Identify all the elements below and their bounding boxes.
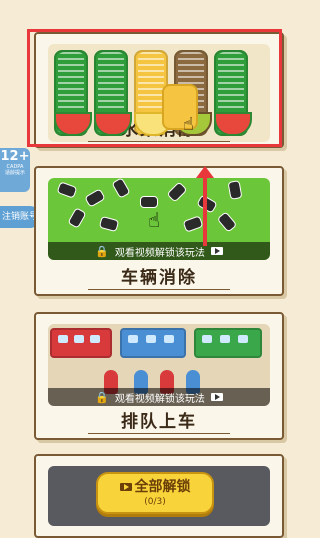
video-icon xyxy=(210,247,223,255)
arrow-up-icon xyxy=(196,166,214,246)
lock-icon: 🔒 xyxy=(95,390,109,404)
blue-train xyxy=(120,328,186,358)
green-train xyxy=(194,328,262,358)
video-icon xyxy=(210,393,223,401)
unlock-overlay-text: 观看视频解锁该玩法 xyxy=(114,393,205,405)
title-divider xyxy=(88,289,230,290)
level-title: 排队上车 xyxy=(121,412,197,432)
age-rating-number: 12+ xyxy=(0,149,30,164)
age-rating-hint: 适龄提示 xyxy=(4,170,25,176)
level-title: 车辆消除 xyxy=(121,268,197,288)
level-card-queue[interactable]: 🔒 观看视频解锁该玩法 排队上车 xyxy=(34,312,284,440)
pointer-hand-icon: ☝ xyxy=(183,114,194,135)
unlock-all-button[interactable]: 全部解锁 (0/3) xyxy=(96,472,214,514)
age-rating-badge: 12+ CADPA 适龄提示 xyxy=(0,148,30,192)
red-train xyxy=(50,328,112,358)
unlock-all-label: 全部解锁 xyxy=(98,477,212,497)
car xyxy=(140,196,158,208)
title-divider xyxy=(88,433,230,434)
unlock-all-progress: (0/3) xyxy=(144,497,166,507)
unlock-overlay-text: 观看视频解锁该玩法 xyxy=(114,247,205,259)
video-icon xyxy=(119,483,132,491)
vehicle-preview: ☝ 🔒 观看视频解锁该玩法 xyxy=(48,178,270,260)
lock-icon: 🔒 xyxy=(95,244,109,258)
queue-preview: 🔒 观看视频解锁该玩法 xyxy=(48,324,270,406)
pointer-hand-icon: ☝ xyxy=(148,208,161,232)
unlock-overlay[interactable]: 🔒 观看视频解锁该玩法 xyxy=(48,242,270,260)
unlock-overlay[interactable]: 🔒 观看视频解锁该玩法 xyxy=(48,388,270,406)
level-card-vehicles[interactable]: ☝ 🔒 观看视频解锁该玩法 车辆消除 xyxy=(34,166,284,296)
